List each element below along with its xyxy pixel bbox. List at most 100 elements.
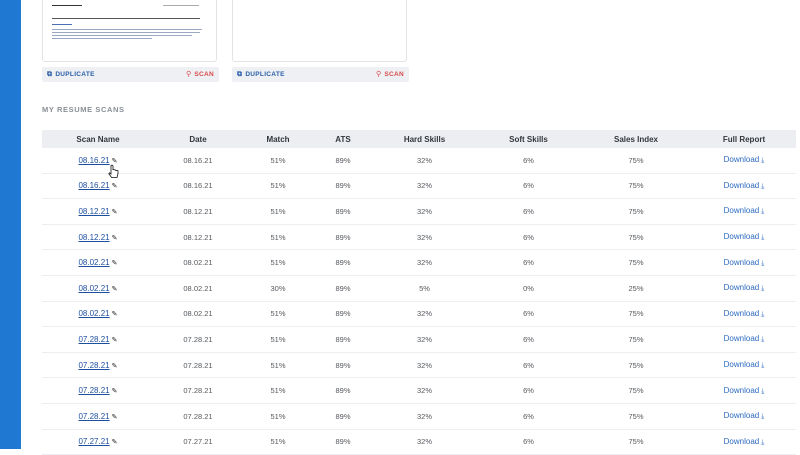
pencil-icon[interactable]: ✎ (112, 286, 118, 293)
download-label: Download (723, 206, 760, 216)
scan-name-link[interactable]: 08.02.21 (78, 309, 109, 318)
pencil-icon[interactable]: ✎ (112, 363, 118, 370)
duplicate-button[interactable]: ⧉ DUPLICATE (47, 67, 95, 82)
pencil-icon[interactable]: ✎ (112, 209, 118, 216)
download-link[interactable]: Download ⤓ (724, 258, 765, 267)
resume-thumbnail[interactable] (232, 0, 407, 62)
scan-name-link[interactable]: 07.27.21 (78, 437, 109, 446)
scan-button[interactable]: ⚲ SCAN (186, 67, 214, 82)
scan-name-cell: 08.12.21 ✎ (42, 224, 154, 251)
header-soft-skills: Soft Skills (477, 130, 580, 148)
table-row: 08.02.21 ✎ 08.02.21 51% 89% 32% 6% 75% Download ⤓ (42, 301, 796, 328)
full-report-cell: Download ⤓ (692, 148, 796, 174)
download-label: Download (723, 436, 760, 446)
pencil-icon[interactable]: ✎ (112, 183, 118, 190)
scan-name-cell: 08.16.21 ✎ (42, 173, 154, 200)
sales-index-cell: 75% (580, 148, 692, 174)
download-icon: ⤓ (761, 285, 765, 293)
left-sidebar-strip (0, 0, 21, 449)
download-label: Download (723, 232, 760, 242)
download-link[interactable]: Download ⤓ (724, 386, 765, 395)
pencil-icon[interactable]: ✎ (112, 414, 118, 421)
scan-name-link[interactable]: 07.28.21 (78, 361, 109, 370)
soft-skills-cell: 6% (477, 326, 580, 353)
match-cell: 51% (242, 429, 314, 455)
resume-template-card: ⧉ DUPLICATE ⚲ SCAN (42, 0, 219, 82)
pencil-icon[interactable]: ✎ (112, 235, 118, 242)
scan-name-link[interactable]: 08.16.21 (78, 156, 109, 165)
match-cell: 51% (242, 352, 314, 379)
match-cell: 30% (242, 275, 314, 302)
match-cell: 51% (242, 249, 314, 276)
ats-cell: 89% (314, 352, 372, 379)
soft-skills-cell: 6% (477, 148, 580, 174)
download-link[interactable]: Download ⤓ (724, 411, 765, 420)
soft-skills-cell: 6% (477, 403, 580, 430)
download-label: Download (723, 180, 760, 190)
full-report-cell: Download ⤓ (692, 249, 796, 276)
download-link[interactable]: Download ⤓ (724, 232, 765, 241)
template-actions-bar: ⧉ DUPLICATE ⚲ SCAN (232, 67, 409, 82)
scan-name-link[interactable]: 08.12.21 (78, 233, 109, 242)
table-row: 07.28.21 ✎ 07.28.21 51% 89% 32% 6% 75% Download ⤓ (42, 403, 796, 430)
pencil-icon[interactable]: ✎ (112, 439, 118, 446)
pencil-icon[interactable]: ✎ (112, 311, 118, 318)
ats-cell: 89% (314, 148, 372, 174)
table-row: 08.02.21 ✎ 08.02.21 30% 89% 5% 0% 25% Download ⤓ (42, 275, 796, 302)
download-icon: ⤓ (761, 182, 765, 190)
download-link[interactable]: Download ⤓ (724, 181, 765, 190)
hard-skills-cell: 32% (372, 429, 477, 455)
sales-index-cell: 75% (580, 249, 692, 276)
download-label: Download (723, 334, 760, 344)
header-match: Match (242, 130, 314, 148)
full-report-cell: Download ⤓ (692, 352, 796, 379)
download-link[interactable]: Download ⤓ (724, 309, 765, 318)
scan-name-link[interactable]: 08.02.21 (78, 284, 109, 293)
soft-skills-cell: 6% (477, 173, 580, 200)
match-cell: 51% (242, 173, 314, 200)
sales-index-cell: 25% (580, 275, 692, 302)
date-cell: 07.28.21 (154, 352, 242, 379)
full-report-cell: Download ⤓ (692, 198, 796, 225)
scan-name-link[interactable]: 07.28.21 (78, 386, 109, 395)
download-icon: ⤓ (761, 336, 765, 344)
search-icon: ⚲ (375, 71, 382, 78)
ats-cell: 89% (314, 275, 372, 302)
soft-skills-cell: 6% (477, 429, 580, 455)
duplicate-button[interactable]: ⧉ DUPLICATE (237, 67, 285, 82)
soft-skills-cell: 6% (477, 377, 580, 404)
download-link[interactable]: Download ⤓ (724, 206, 765, 215)
sales-index-cell: 75% (580, 198, 692, 225)
pencil-icon[interactable]: ✎ (112, 388, 118, 395)
download-label: Download (723, 360, 760, 370)
duplicate-label: DUPLICATE (55, 71, 95, 78)
download-icon: ⤓ (761, 438, 765, 446)
scan-name-link[interactable]: 08.12.21 (78, 207, 109, 216)
scan-name-link[interactable]: 07.28.21 (78, 335, 109, 344)
resume-thumbnail[interactable] (42, 0, 217, 62)
table-row: 08.12.21 ✎ 08.12.21 51% 89% 32% 6% 75% Download ⤓ (42, 198, 796, 225)
scan-name-link[interactable]: 07.28.21 (78, 412, 109, 421)
download-label: Download (723, 283, 760, 293)
download-link[interactable]: Download ⤓ (724, 437, 765, 446)
hard-skills-cell: 32% (372, 326, 477, 353)
download-label: Download (723, 308, 760, 318)
download-icon: ⤓ (761, 310, 765, 318)
scan-name-link[interactable]: 08.16.21 (78, 181, 109, 190)
pencil-icon[interactable]: ✎ (112, 260, 118, 267)
download-link[interactable]: Download ⤓ (724, 360, 765, 369)
download-link[interactable]: Download ⤓ (724, 155, 765, 164)
pencil-icon[interactable]: ✎ (112, 337, 118, 344)
sales-index-cell: 75% (580, 352, 692, 379)
sales-index-cell: 75% (580, 429, 692, 455)
ats-cell: 89% (314, 173, 372, 200)
download-label: Download (723, 411, 760, 421)
download-link[interactable]: Download ⤓ (724, 283, 765, 292)
download-link[interactable]: Download ⤓ (724, 334, 765, 343)
scan-name-link[interactable]: 08.02.21 (78, 258, 109, 267)
scan-button[interactable]: ⚲ SCAN (376, 67, 404, 82)
ats-cell: 89% (314, 249, 372, 276)
full-report-cell: Download ⤓ (692, 224, 796, 251)
date-cell: 07.28.21 (154, 326, 242, 353)
scan-name-cell: 08.12.21 ✎ (42, 198, 154, 225)
